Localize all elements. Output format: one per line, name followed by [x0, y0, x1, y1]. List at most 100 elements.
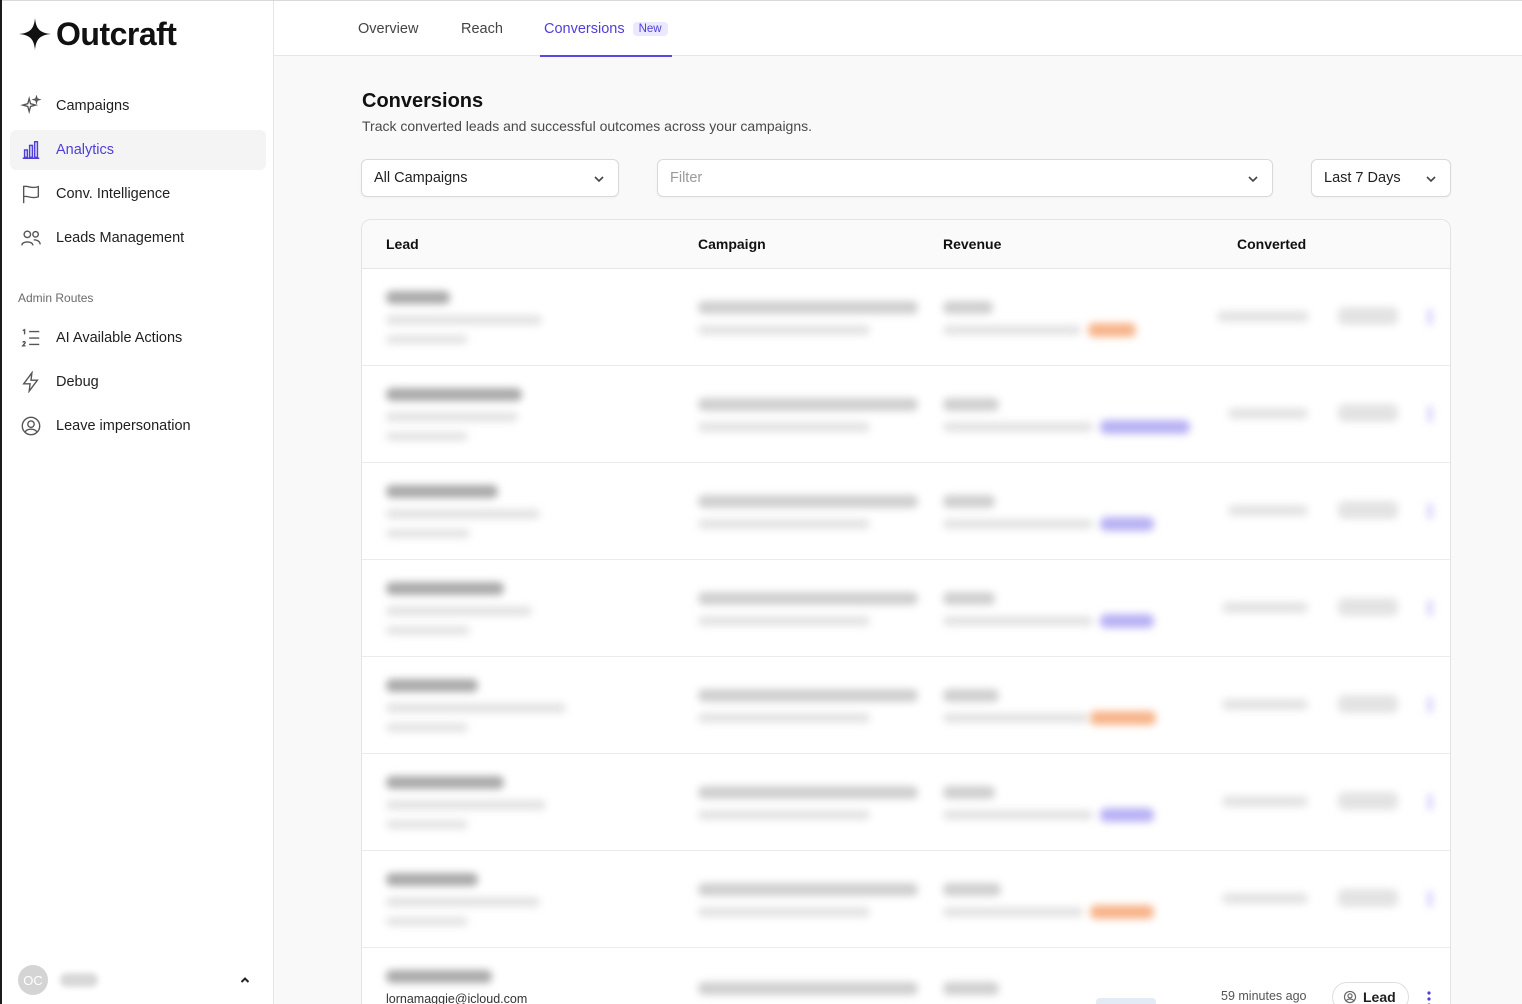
redacted-lead-name: [386, 970, 492, 983]
lead-email: lornamaggie@icloud.com: [386, 992, 528, 1004]
sidebar-item-leave-impersonation[interactable]: Leave impersonation: [10, 406, 266, 446]
brand-name: Outcraft: [56, 16, 177, 52]
flag-icon: [22, 185, 40, 204]
filter-select[interactable]: Filter: [657, 159, 1273, 197]
sidebar-item-label: Campaigns: [56, 98, 130, 114]
redacted-revenue-amount: [943, 982, 999, 995]
date-range-select[interactable]: Last 7 Days: [1311, 159, 1451, 197]
table-row[interactable]: [362, 269, 1450, 366]
sidebar-item-ai-available-actions[interactable]: AI Available Actions: [10, 318, 266, 358]
redacted-lead-email: [386, 606, 532, 616]
user-menu[interactable]: OC: [18, 964, 260, 996]
redacted-type-chip: [1338, 501, 1398, 519]
redacted-revenue-amount: [943, 301, 993, 314]
status-pill: [1100, 614, 1154, 628]
table-row[interactable]: [362, 851, 1450, 948]
redacted-type-chip: [1338, 889, 1398, 907]
redacted-campaign-name: [698, 301, 918, 314]
logo[interactable]: Outcraft: [18, 16, 177, 52]
redacted-row-menu: [1428, 891, 1432, 907]
redacted-lead-name: [386, 485, 498, 498]
redacted-row-menu: [1428, 600, 1432, 616]
page-title: Conversions: [362, 90, 484, 112]
redacted-campaign-name: [698, 786, 918, 799]
redacted-type-chip: [1338, 792, 1398, 810]
redacted-row-menu: [1428, 309, 1432, 325]
table-row[interactable]: [362, 366, 1450, 463]
redacted-type-chip: [1338, 598, 1398, 616]
tab-conversions[interactable]: Conversions New: [540, 1, 672, 57]
redacted-revenue-source: [943, 422, 1093, 432]
user-name: [60, 973, 98, 987]
admin-routes-heading: Admin Routes: [18, 291, 94, 305]
tab-label: Reach: [461, 20, 503, 37]
redacted-lead-phone: [386, 432, 468, 441]
redacted-lead-name: [386, 388, 522, 401]
avatar: OC: [18, 965, 48, 995]
redacted-campaign-name: [698, 592, 918, 605]
chevron-down-icon: [1426, 176, 1436, 183]
sidebar-item-label: Debug: [56, 374, 99, 390]
campaign-select[interactable]: All Campaigns: [361, 159, 619, 197]
sidebar-item-label: Leads Management: [56, 230, 185, 246]
table-row[interactable]: [362, 657, 1450, 754]
sidebar-item-conv-intelligence[interactable]: Conv. Intelligence: [10, 174, 266, 214]
more-vertical-icon[interactable]: [1426, 990, 1432, 1004]
column-header-lead[interactable]: Lead: [386, 236, 419, 252]
redacted-converted-time: [1222, 796, 1308, 807]
date-range-value: Last 7 Days: [1324, 170, 1401, 186]
redacted-lead-email: [386, 703, 566, 713]
redacted-revenue-amount: [943, 495, 995, 508]
lead-type-chip[interactable]: Lead: [1332, 982, 1409, 1004]
status-pill: [1088, 323, 1136, 337]
redacted-campaign-type: [698, 616, 870, 626]
status-pill: [1100, 420, 1190, 434]
chevron-up-icon[interactable]: [238, 973, 252, 987]
table-row[interactable]: [362, 560, 1450, 657]
tab-label: Conversions: [544, 20, 625, 37]
redacted-revenue-source: [943, 713, 1089, 723]
filter-placeholder: Filter: [670, 170, 703, 186]
redacted-revenue-amount: [943, 689, 999, 702]
column-header-revenue[interactable]: Revenue: [943, 236, 1001, 252]
redacted-lead-phone: [386, 917, 468, 926]
column-header-converted[interactable]: Converted: [1237, 236, 1306, 252]
sparkles-icon: [20, 95, 42, 115]
redacted-converted-time: [1228, 408, 1308, 419]
redacted-type-chip: [1338, 404, 1398, 422]
table-row[interactable]: [362, 754, 1450, 851]
tab-bar: Overview Reach Conversions New: [274, 1, 1522, 57]
redacted-campaign-name: [698, 982, 918, 995]
sidebar-item-label: Analytics: [56, 142, 115, 158]
sidebar-item-debug[interactable]: Debug: [10, 362, 266, 402]
column-header-campaign[interactable]: Campaign: [698, 236, 766, 252]
new-badge: New: [632, 21, 668, 36]
conversions-table: Lead Campaign Revenue Converted lornamag…: [361, 219, 1451, 1004]
sidebar-item-label: AI Available Actions: [56, 330, 183, 346]
converted-time: 59 minutes ago: [1221, 989, 1307, 1003]
redacted-campaign-type: [698, 907, 870, 917]
sidebar-item-leads-management[interactable]: Leads Management: [10, 218, 266, 258]
redacted-type-chip: [1338, 695, 1398, 713]
tab-reach[interactable]: Reach: [461, 1, 503, 56]
redacted-revenue-source: [943, 325, 1081, 335]
list-ordered-icon: [21, 328, 40, 347]
status-pill: [1100, 808, 1154, 822]
status-pill: [1090, 711, 1156, 725]
redacted-row-menu: [1428, 697, 1432, 713]
redacted-campaign-name: [698, 495, 918, 508]
sidebar-item-analytics[interactable]: Analytics: [10, 130, 266, 170]
sidebar-item-campaigns[interactable]: Campaigns: [10, 86, 266, 126]
redacted-campaign-name: [698, 398, 918, 411]
tab-overview[interactable]: Overview: [358, 1, 418, 56]
redacted-row-menu: [1428, 406, 1432, 422]
user-circle-icon: [21, 416, 41, 436]
lightning-icon: [22, 371, 39, 393]
table-row[interactable]: lornamaggie@icloud.com 59 minutes ago Le…: [362, 948, 1450, 1004]
redacted-lead-phone: [386, 626, 470, 635]
redacted-revenue-amount: [943, 592, 995, 605]
chevron-down-icon: [594, 176, 604, 183]
redacted-type-chip: [1338, 307, 1398, 325]
bar-chart-icon: [22, 141, 40, 159]
table-row[interactable]: [362, 463, 1450, 560]
